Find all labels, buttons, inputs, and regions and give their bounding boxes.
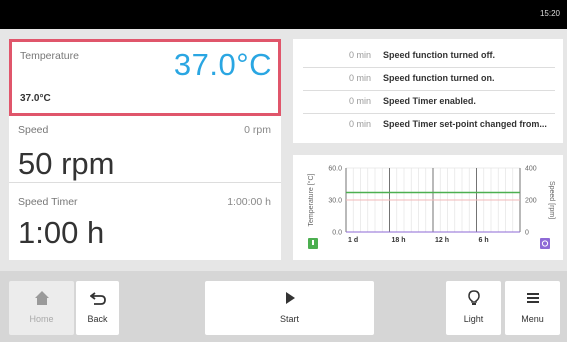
bottom-bar: Home Back Start Light Menu (0, 271, 567, 342)
hamburger-icon (505, 290, 560, 306)
x-tick-label: 6 h (479, 237, 489, 244)
y-left-tick-label: 0.0 (332, 230, 342, 237)
speed-value: 50 rpm (18, 146, 115, 181)
y-right-axis-title: Speed [rpm] (548, 181, 555, 219)
y-right-tick-label: 400 (525, 166, 537, 173)
y-right-tick-label: 0 (525, 230, 529, 237)
log-message: Speed function turned off. (383, 50, 495, 60)
speed-timer-section[interactable]: Speed Timer 1:00:00 h 1:00 h (9, 183, 281, 260)
speed-timer-setpoint: 1:00:00 h (227, 196, 271, 208)
speed-actual: 0 rpm (244, 124, 271, 136)
trend-chart[interactable]: 1 d 18 h 12 h 6 h 60.0 30.0 0.0 400 200 0 Temperat… (293, 155, 563, 260)
log-time: 0 min (348, 96, 371, 106)
log-message: Speed Timer enabled. (383, 96, 476, 106)
log-item: 0 min Speed function turned on. (303, 67, 555, 91)
log-item: 0 min Speed Timer enabled. (303, 90, 555, 114)
log-message: Speed Timer set-point changed from... (383, 119, 547, 129)
speed-timer-value: 1:00 h (18, 215, 105, 250)
speed-label: Speed (18, 124, 49, 136)
back-button[interactable]: Back (76, 281, 119, 335)
x-tick-label: 12 h (435, 237, 449, 244)
home-button[interactable]: Home (9, 281, 74, 335)
event-log[interactable]: 0 min Speed function turned off. 0 min S… (293, 39, 563, 143)
start-button[interactable]: Start (205, 281, 374, 335)
menu-label: Menu (521, 314, 544, 324)
start-label: Start (279, 314, 299, 324)
y-left-tick-label: 30.0 (328, 198, 342, 205)
temperature-value: 37.0°C (173, 47, 272, 82)
log-message: Speed function turned on. (383, 73, 495, 83)
y-right-tick-label: 200 (525, 198, 537, 205)
status-bar: 15:20 (0, 0, 567, 29)
log-time: 0 min (348, 50, 371, 60)
menu-button[interactable]: Menu (505, 281, 560, 335)
temperature-label: Temperature (20, 50, 79, 62)
temperature-setpoint: 37.0°C (20, 93, 51, 104)
home-icon (9, 290, 74, 306)
log-time: 0 min (348, 119, 371, 129)
speed-timer-label: Speed Timer (18, 196, 78, 208)
back-label: Back (87, 314, 108, 324)
light-label: Light (463, 314, 484, 324)
x-tick-label: 18 h (392, 237, 406, 244)
log-item: 0 min Speed Timer set-point changed from… (303, 113, 555, 136)
y-left-tick-label: 60.0 (328, 166, 342, 173)
home-label: Home (29, 314, 54, 324)
back-arrow-icon (76, 290, 119, 306)
clock: 15:20 (539, 9, 560, 18)
log-item: 0 min Speed function turned off. (303, 44, 555, 68)
temperature-card[interactable]: Temperature 37.0°C 37.0°C (9, 39, 281, 116)
lightbulb-icon (446, 290, 501, 306)
play-icon (205, 290, 374, 306)
thermometer-icon (312, 240, 314, 245)
x-tick-label: 1 d (348, 237, 358, 244)
speed-section[interactable]: Speed 0 rpm 50 rpm (9, 116, 281, 182)
light-button[interactable]: Light (446, 281, 501, 335)
trend-chart-svg: 1 d 18 h 12 h 6 h 60.0 30.0 0.0 400 200 0 Temperat… (307, 166, 555, 249)
rotation-icon (540, 238, 550, 249)
log-time: 0 min (348, 73, 371, 83)
y-left-axis-title: Temperature [°C] (307, 173, 315, 226)
speed-timer-panel: Speed 0 rpm 50 rpm Speed Timer 1:00:00 h… (9, 116, 281, 260)
